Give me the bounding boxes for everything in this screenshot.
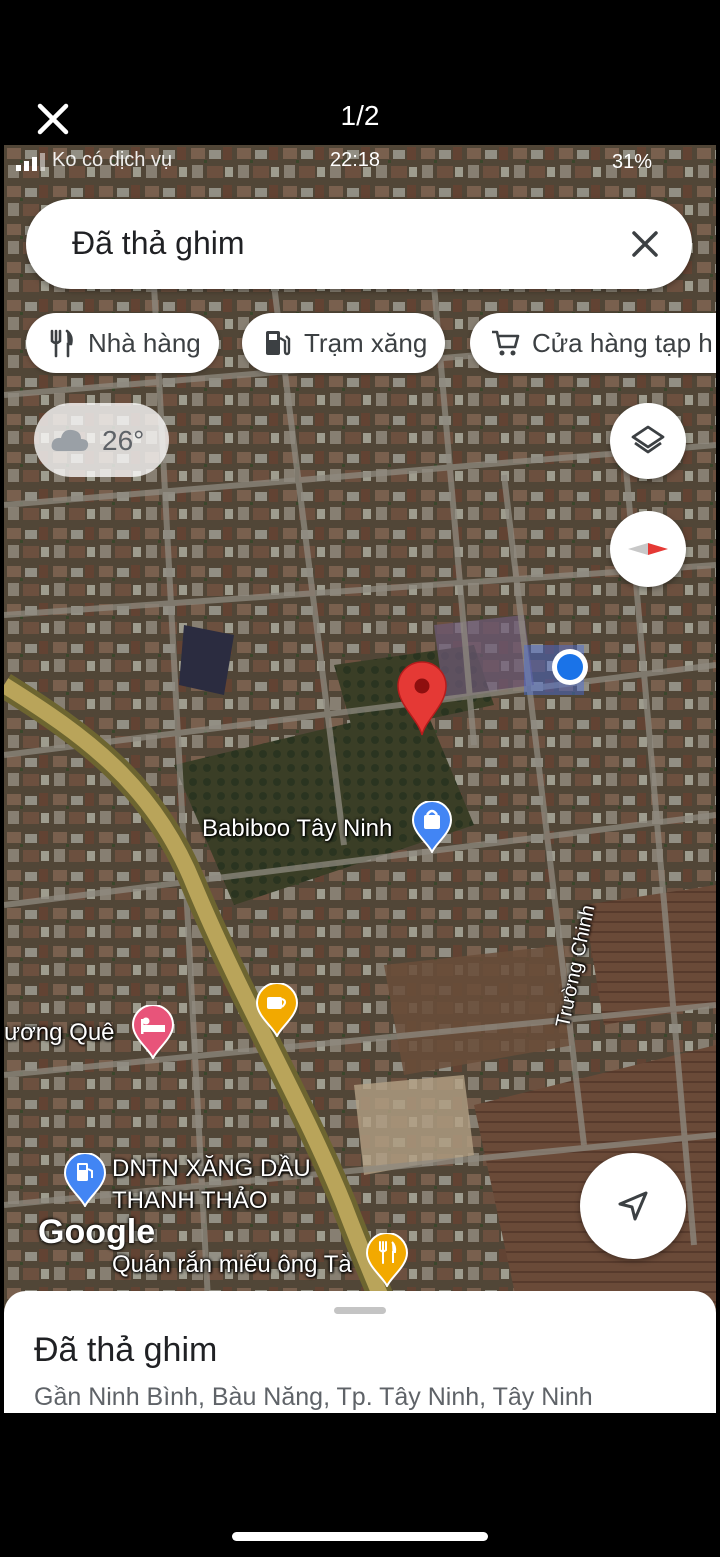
directions-button[interactable] <box>580 1153 686 1259</box>
cafe-icon[interactable] <box>256 983 298 1037</box>
layers-button[interactable] <box>610 403 686 479</box>
drag-handle[interactable] <box>334 1307 386 1314</box>
chip-grocery-stores[interactable]: Cửa hàng tạp h <box>470 313 716 373</box>
dropped-pin-icon[interactable] <box>396 661 448 737</box>
poi-label-quan-ran[interactable]: Quán rắn miếu ông Tà <box>112 1251 352 1279</box>
status-bar: Ko có dịch vụ 22:18 31% <box>4 145 716 185</box>
restaurant-icon[interactable] <box>366 1233 408 1287</box>
user-location-icon <box>552 649 588 685</box>
place-title: Đã thả ghim <box>34 1331 218 1369</box>
poi-label-babiboo[interactable]: Babiboo Tây Ninh <box>202 815 392 843</box>
shopping-bag-icon[interactable] <box>412 801 452 853</box>
status-time: 22:18 <box>330 149 381 171</box>
google-logo: Google <box>38 1213 156 1251</box>
cart-icon <box>492 330 520 356</box>
chip-restaurants[interactable]: Nhà hàng <box>26 313 219 373</box>
place-bottom-sheet[interactable]: Đã thả ghim Gần Ninh Bình, Bàu Năng, Tp.… <box>4 1291 716 1413</box>
hotel-icon[interactable] <box>132 1005 174 1059</box>
poi-label-gas-station-line1[interactable]: DNTN XĂNG DẦU <box>112 1155 311 1183</box>
cloud-icon <box>51 429 89 451</box>
gas-station-icon <box>266 331 291 356</box>
compass-icon <box>628 543 668 555</box>
restaurant-icon <box>50 329 73 358</box>
gas-station-icon[interactable] <box>64 1153 106 1207</box>
layers-icon <box>631 425 665 454</box>
image-counter: 1/2 <box>340 100 380 131</box>
temperature: 26° <box>102 425 145 456</box>
chip-label: Nhà hàng <box>88 327 201 358</box>
weather-pill[interactable]: 26° <box>34 403 169 477</box>
place-address: Gần Ninh Bình, Bàu Năng, Tp. Tây Ninh, T… <box>34 1383 593 1411</box>
maps-screenshot: Ko có dịch vụ 22:18 31% Đã thả ghim Nhà … <box>4 145 716 1413</box>
home-indicator[interactable] <box>232 1532 488 1541</box>
search-query[interactable]: Đã thả ghim <box>72 225 245 262</box>
chip-label: Cửa hàng tạp h <box>532 327 713 358</box>
viewer-top-bar: 1/2 <box>0 0 720 145</box>
poi-label-huong-que[interactable]: ương Quê <box>4 1019 115 1047</box>
search-bar[interactable]: Đã thả ghim <box>26 199 692 289</box>
navigation-arrow-icon <box>618 1191 648 1221</box>
close-icon[interactable] <box>626 225 664 263</box>
battery-percent: 31% <box>612 151 653 173</box>
chip-gas-stations[interactable]: Trạm xăng <box>242 313 446 373</box>
carrier-label: Ko có dịch vụ <box>52 149 173 171</box>
signal-icon <box>16 153 45 171</box>
chip-label: Trạm xăng <box>304 327 428 358</box>
poi-label-gas-station-line2[interactable]: THANH THẢO <box>112 1187 268 1215</box>
compass-button[interactable] <box>610 511 686 587</box>
